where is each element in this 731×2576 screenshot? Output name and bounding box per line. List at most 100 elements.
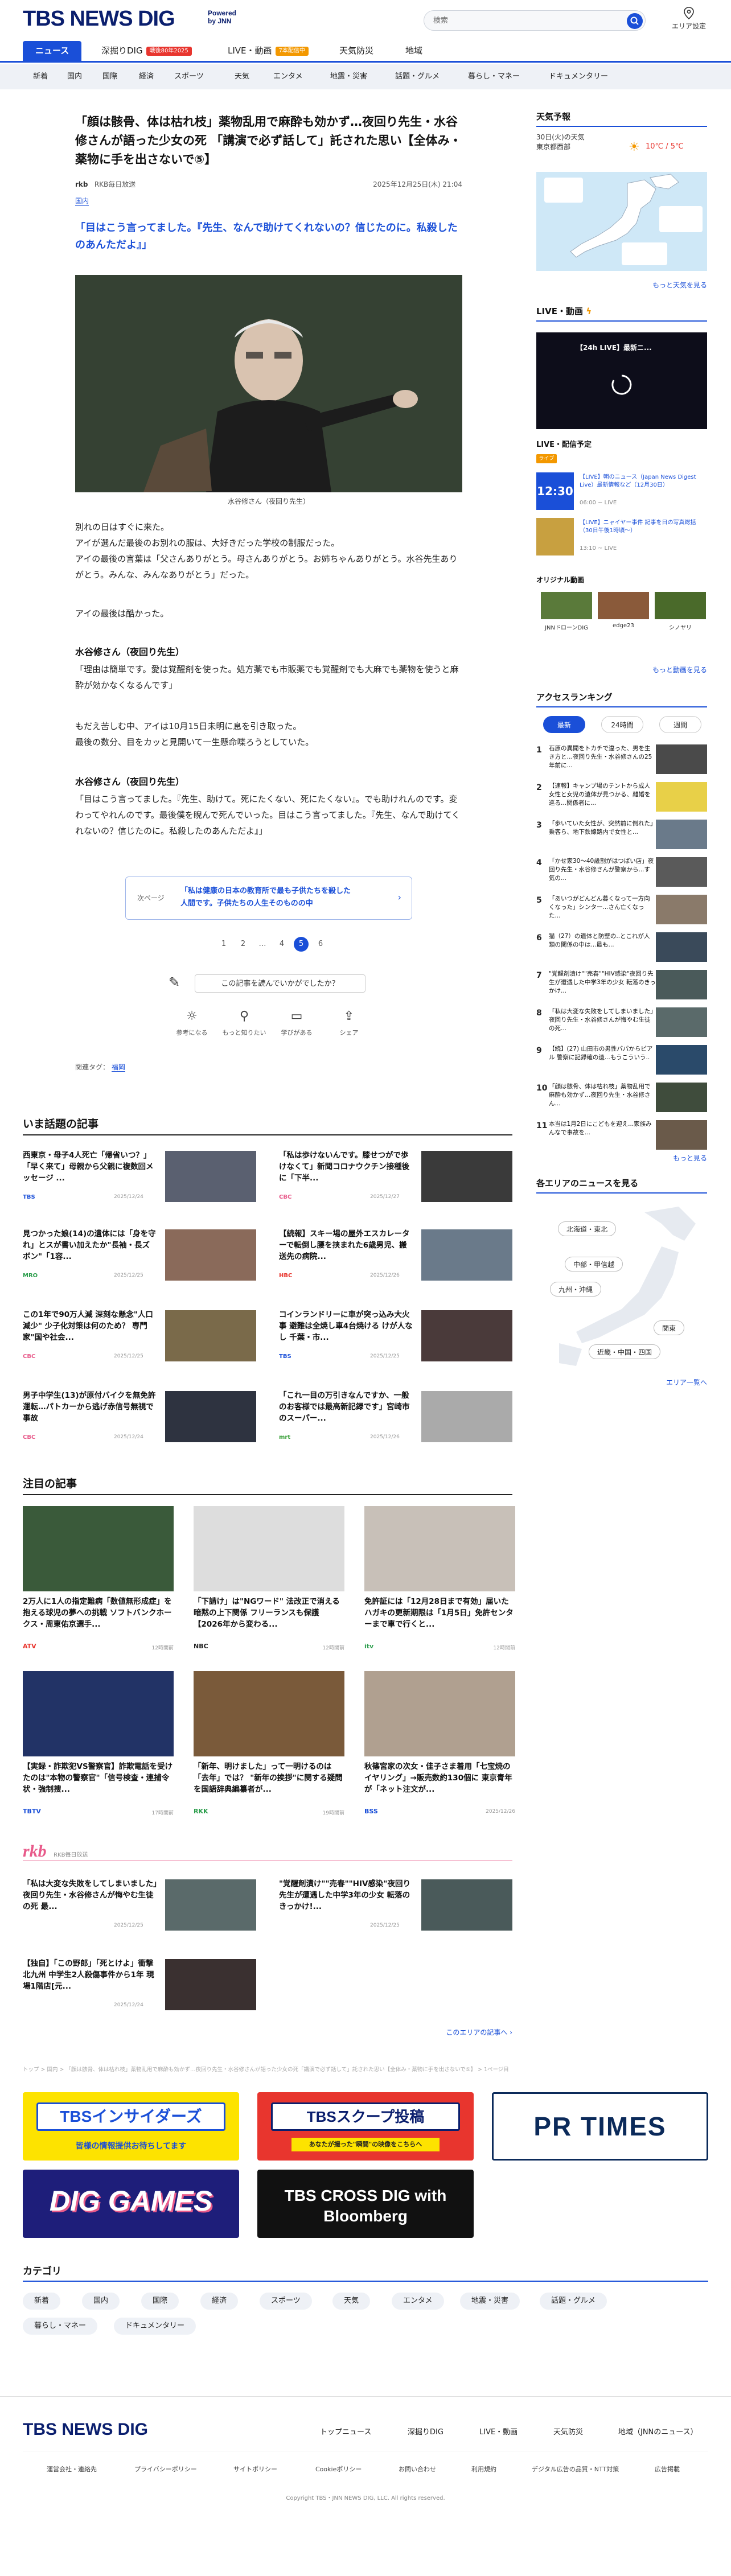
subnav-documentary[interactable]: ドキュメンタリー [549,64,608,89]
page-1[interactable]: 1 [216,937,231,952]
subnav-international[interactable]: 国際 [102,64,117,89]
ranking-tab-weekly[interactable]: 週間 [659,716,701,733]
ranking-item[interactable]: 5 「あいつがどんどん暮くなって一方向くなった」シンター...さん亡くなった... [536,895,707,928]
ranking-item[interactable]: 4 「かせ家30〜40歳割がはつばい店」夜回り先生・水谷修さんが警察から...す気… [536,857,707,890]
trending-card[interactable]: 男子中学生(13)が原付バイクを無免許運転…パトカーから逃げ赤信号無視で事故 CB… [23,1390,256,1447]
featured-card[interactable]: 秋篠宮家の次女・佳子さま着用「七宝焼のイヤリング」→販売数約130個に 東京青年… [364,1671,515,1819]
footer-link[interactable]: 利用規約 [471,2464,496,2474]
trending-card[interactable]: コインランドリーに車が突っ込み大火事 避難は全焼し車4台焼ける けが人なし 千葉… [279,1309,512,1366]
footer-link[interactable]: お問い合わせ [399,2464,436,2474]
area-setting-button[interactable]: エリア設定 [666,7,712,31]
subnav-disaster[interactable]: 地震・災害 [330,64,367,89]
footer-link[interactable]: デジタル広告の品質・NTT対策 [532,2464,619,2474]
original-thumbnail[interactable] [598,592,649,619]
trending-card[interactable]: 見つかった娘(14)の遺体には「身を守れ」とスが書い加えたか"長袖・長ズボン"「… [23,1228,256,1285]
search-button[interactable] [627,13,643,29]
trending-card[interactable]: この1年で90万人減 深刻な懸念"人口減少" 少子化対策は何のため？ 専門家"国… [23,1309,256,1366]
subnav-domestic[interactable]: 国内 [67,64,82,89]
featured-card[interactable]: 【実録・詐欺犯VS警察官】詐欺電話を受けたのは"本物の警察官"「信号検査・連捕令… [23,1671,174,1819]
original-thumbnail[interactable] [655,592,706,619]
footer-link[interactable]: 運営会社・連絡先 [47,2464,97,2474]
ranking-item[interactable]: 8 「私は大変な失敗をしてしまいました」夜回り先生・水谷修さんが悔やむ生徒の死..… [536,1007,707,1040]
ranking-tab-24h[interactable]: 24時間 [601,716,643,733]
weather-map[interactable] [536,172,707,271]
footer-nav-weather[interactable]: 天気防災 [553,2426,583,2437]
category-pill[interactable]: 国際 [141,2293,179,2310]
page-6[interactable]: 6 [313,937,328,952]
site-logo[interactable]: TBS NEWS DIG [23,7,175,31]
next-page-link[interactable]: 次ページ 「私は健康の日本の教育所で最も子供たちを殺した人間です。子供たちの人生… [125,877,412,920]
live-player[interactable]: 【24h LIVE】最新ニ... [536,332,707,429]
banner-prtimes[interactable]: PR TIMES [492,2092,708,2161]
footer-nav-live[interactable]: LIVE・動画 [479,2426,518,2437]
nav-live[interactable]: LIVE・動画 7本配信中 [228,41,309,61]
banner-cross-dig[interactable]: TBS CROSS DIG with Bloomberg [257,2170,474,2238]
featured-card[interactable]: 「下請け」は"NGワード" 法改正で消える暗黙の上下関係 フリーランスも保護【2… [194,1506,344,1654]
ranking-item[interactable]: 3 「歩いていた女性が、突然前に倒れた」乗客ら、地下鉄線路内で女性と... [536,820,707,853]
rkb-card[interactable]: "覚醒剤漬け""売春""HIV感染"夜回り先生が遭遇した中学3年の少女 転落のき… [279,1878,512,1935]
ranking-item[interactable]: 7 "覚醒剤漬け""売春""HIV感染"夜回り先生が遭遇した中学3年の少女 転落の… [536,970,707,1003]
ranking-item[interactable]: 1 石原の異聞をトカチで違った、男を生き方と…夜回り先生・水谷修さんの25年前に.… [536,744,707,777]
category-pill[interactable]: 話題・グルメ [540,2293,607,2310]
nav-news[interactable]: ニュース [23,41,82,61]
category-pill[interactable]: 新着 [23,2293,61,2310]
featured-card[interactable]: 2万人に1人の指定難病「数値無形成症」を抱える球児の夢への挑戦 ソフトバンクホー… [23,1506,174,1654]
subnav-economy[interactable]: 経済 [139,64,154,89]
reaction-share[interactable]: ⇪ シェア [323,1009,375,1037]
region-button[interactable]: 北海道・東北 [558,1221,617,1236]
ranking-more-link[interactable]: もっと見る [536,1153,707,1163]
banner-scoop[interactable]: TBSスクープ投稿 あなたが撮った"瞬間"の映像をこちらへ [257,2092,474,2161]
search-input[interactable] [433,11,615,30]
rkb-more-link[interactable]: このエリアの記事へ › [399,2027,512,2037]
nav-weather[interactable]: 天気防災 [339,41,373,61]
trending-card[interactable]: 「私は歩けないんです。膝せつがで歩けなくて」新聞コロナウクチン接種後に「下半..… [279,1150,512,1207]
reaction-helpful[interactable]: ☼ 参考になる [166,1009,217,1037]
subnav-entertainment[interactable]: エンタメ [273,64,303,89]
category-pill[interactable]: 経済 [200,2293,239,2310]
region-button[interactable]: 関東 [654,1320,685,1335]
ranking-item[interactable]: 9 【続】(27) 山田市の男性パパからピアル 警察に記録確の遺...もうこういう… [536,1045,707,1078]
tag-link[interactable]: 福岡 [111,1063,125,1072]
category-pill[interactable]: エンタメ [392,2293,444,2310]
trending-card[interactable]: 「これ一目の万引きなんですか、一般のお客様では最高新記録です」宮崎市のスーパー.… [279,1390,512,1447]
subnav-gourmet[interactable]: 話題・グルメ [395,64,440,89]
live-schedule-item[interactable]: 【LIVE】ニャイヤー事件 記事を日の写真総括 （30日午後1時頃～） 13:1… [536,518,707,555]
region-button[interactable]: 近畿・中国・四国 [589,1344,661,1359]
category-pill[interactable]: 暮らし・マネー [23,2318,98,2335]
original-thumbnail[interactable] [541,592,592,619]
footer-nav-top[interactable]: トップニュース [320,2426,371,2437]
featured-card[interactable]: 免許証には「12月28日まで有効」届いたハガキの更新期限は「1月5日」免許センタ… [364,1506,515,1654]
rkb-card[interactable]: 【独自】「この野郎」「死とけよ」衝撃 北九州 中学生2人殺傷事件から1年 現場1… [23,1958,256,2015]
weather-summary[interactable]: 30日(火)の天気 東京都西部 ☀ 10℃ / 5℃ [536,132,707,166]
area-more-link[interactable]: エリア一覧へ [536,1377,707,1387]
weather-more-link[interactable]: もっと天気を見る [536,280,707,290]
ranking-item[interactable]: 11 本当は1月2日にこどもを迎え...家族みんなで事故を... [536,1120,707,1153]
featured-card[interactable]: 「新年、明けました」って一明けるのは「去年」では？ "新年の挨拶"に関する疑問を… [194,1671,344,1819]
subnav-new[interactable]: 新着 [33,64,48,89]
page-2[interactable]: 2 [236,937,250,952]
ranking-item[interactable]: 10 「顔は骸骨、体は枯れ枝」薬物乱用で麻酔も効かず…夜回り先生・水谷修さん... [536,1083,707,1116]
reaction-more[interactable]: ⚲ もっと知りたい [219,1009,270,1037]
category-pill[interactable]: スポーツ [260,2293,312,2310]
footer-link[interactable]: サイトポリシー [233,2464,277,2474]
live-schedule-item[interactable]: 12:30 【LIVE】朝のニュース（Japan News Digest Liv… [536,472,707,510]
original-more-link[interactable]: もっと動画を見る [536,665,707,674]
footer-logo[interactable]: TBS NEWS DIG [23,2420,148,2439]
subnav-money[interactable]: 暮らし・マネー [468,64,520,89]
page-4[interactable]: 4 [274,937,289,952]
region-button[interactable]: 九州・沖縄 [550,1282,602,1297]
nav-deepdig[interactable]: 深掘りDIG 戦後80年2025 [101,41,192,61]
subnav-sports[interactable]: スポーツ [174,64,204,89]
category-pill[interactable]: 地震・災害 [460,2293,520,2310]
banner-dig-games[interactable]: DIG GAMES [23,2170,239,2238]
category-pill[interactable]: 天気 [332,2293,371,2310]
category-pill[interactable]: ドキュメンタリー [114,2318,196,2335]
article-category[interactable]: 国内 [75,196,89,206]
region-button[interactable]: 中部・甲信越 [565,1257,623,1271]
ranking-tab-latest[interactable]: 最新 [543,716,585,733]
article-source[interactable]: RKB毎日放送 [95,180,135,188]
subnav-weather[interactable]: 天気 [235,64,249,89]
footer-link[interactable]: プライバシーポリシー [134,2464,197,2474]
ranking-item[interactable]: 6 猫（27）の遺体と防壁の..とこれが人類の関係の中は...最も... [536,932,707,965]
category-pill[interactable]: 国内 [82,2293,120,2310]
